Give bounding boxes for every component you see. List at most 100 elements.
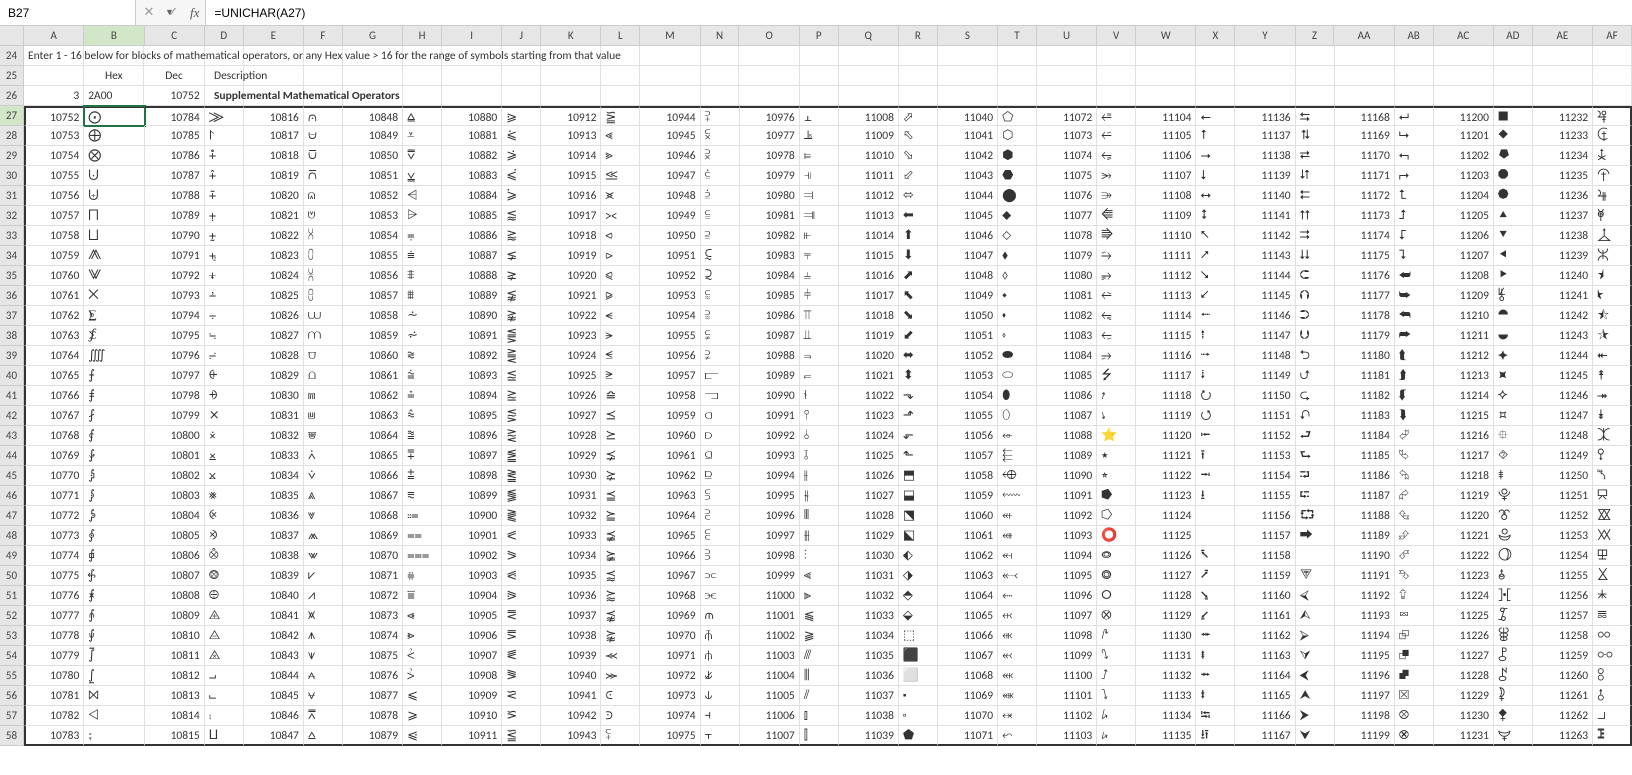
cell[interactable]: ⯄ bbox=[1494, 186, 1533, 206]
cell[interactable]: 10926 bbox=[541, 386, 601, 406]
cell[interactable]: ⮥ bbox=[1395, 206, 1434, 226]
cell[interactable]: 10986 bbox=[740, 306, 800, 326]
cell[interactable]: ⩚ bbox=[304, 626, 343, 646]
cell[interactable]: 10903 bbox=[442, 566, 502, 586]
cell[interactable]: ⪂ bbox=[502, 146, 541, 166]
cell[interactable]: ⫗ bbox=[701, 566, 740, 586]
cell[interactable]: ⪳ bbox=[601, 486, 640, 506]
cell[interactable]: ⬱ bbox=[998, 446, 1037, 466]
cell[interactable]: 11241 bbox=[1533, 286, 1593, 306]
cell[interactable]: 10841 bbox=[244, 606, 304, 626]
column-header-Z[interactable]: Z bbox=[1296, 26, 1335, 45]
cell[interactable]: 11111 bbox=[1136, 246, 1196, 266]
cell[interactable]: 10851 bbox=[343, 166, 403, 186]
cell[interactable]: ⯼ bbox=[1593, 666, 1632, 686]
cell[interactable]: 11216 bbox=[1434, 426, 1494, 446]
cell[interactable]: ⭵ bbox=[1196, 526, 1235, 546]
cell[interactable]: ⫏ bbox=[701, 406, 740, 426]
cell[interactable]: 11131 bbox=[1136, 646, 1196, 666]
cell[interactable]: 10761 bbox=[24, 286, 84, 306]
cell[interactable]: 10842 bbox=[244, 626, 304, 646]
cell[interactable]: 10799 bbox=[145, 406, 205, 426]
cell[interactable]: ⯵ bbox=[1593, 526, 1632, 546]
cell[interactable]: ⨌ bbox=[84, 346, 144, 366]
cell[interactable] bbox=[601, 66, 640, 86]
cell[interactable]: ⨷ bbox=[205, 566, 244, 586]
cell[interactable]: 10786 bbox=[145, 146, 205, 166]
cell[interactable]: ⭷ bbox=[1196, 566, 1235, 586]
cell[interactable]: ⮹ bbox=[1395, 606, 1434, 626]
cell[interactable]: 10897 bbox=[442, 446, 502, 466]
cell[interactable]: 10905 bbox=[442, 606, 502, 626]
cell[interactable]: ⮑ bbox=[1296, 446, 1335, 466]
cell[interactable]: 11179 bbox=[1335, 326, 1395, 346]
cell[interactable]: 11098 bbox=[1037, 626, 1097, 646]
cell[interactable] bbox=[442, 66, 502, 86]
cell[interactable]: 11122 bbox=[1136, 466, 1196, 486]
cell[interactable]: ⬇ bbox=[899, 246, 938, 266]
cell[interactable]: 11256 bbox=[1533, 586, 1593, 606]
cell[interactable]: 11053 bbox=[938, 366, 998, 386]
cell[interactable] bbox=[1097, 66, 1136, 86]
cell[interactable]: 11087 bbox=[1037, 406, 1097, 426]
cell[interactable]: 11200 bbox=[1434, 106, 1494, 126]
cell[interactable]: 10931 bbox=[541, 486, 601, 506]
cell[interactable]: ⯙ bbox=[1494, 606, 1533, 626]
cell[interactable]: ⮻ bbox=[1395, 646, 1434, 666]
cell[interactable]: ⭝ bbox=[1097, 686, 1136, 706]
cell[interactable]: ⭔ bbox=[1097, 506, 1136, 526]
row-header[interactable]: 35 bbox=[0, 266, 24, 286]
cell[interactable]: 11024 bbox=[839, 426, 899, 446]
cell[interactable]: 10916 bbox=[541, 186, 601, 206]
cell[interactable]: 10791 bbox=[145, 246, 205, 266]
cell[interactable] bbox=[839, 66, 899, 86]
cell[interactable] bbox=[998, 46, 1037, 66]
cell[interactable]: 10945 bbox=[640, 126, 700, 146]
cell[interactable]: 10777 bbox=[24, 606, 84, 626]
column-header-B[interactable]: B bbox=[84, 26, 144, 45]
cell[interactable]: 11139 bbox=[1235, 166, 1295, 186]
cell[interactable]: 10752 bbox=[144, 86, 204, 106]
cell[interactable]: 10865 bbox=[343, 446, 403, 466]
cell[interactable]: ⭬ bbox=[1196, 346, 1235, 366]
cell[interactable]: 11178 bbox=[1335, 306, 1395, 326]
cell[interactable]: ⨹ bbox=[205, 606, 244, 626]
cell[interactable]: 10973 bbox=[640, 686, 700, 706]
cell[interactable]: ⬅ bbox=[899, 206, 938, 226]
cell[interactable]: ⩄ bbox=[304, 186, 343, 206]
cell[interactable] bbox=[304, 66, 343, 86]
cell[interactable]: ⮇ bbox=[1296, 246, 1335, 266]
name-box-dropdown-icon[interactable]: ▼ bbox=[165, 7, 174, 18]
cell[interactable]: 11086 bbox=[1037, 386, 1097, 406]
cell[interactable]: 10773 bbox=[24, 526, 84, 546]
cell[interactable]: 11171 bbox=[1335, 166, 1395, 186]
cell[interactable]: 10771 bbox=[24, 486, 84, 506]
cell[interactable]: ⯪ bbox=[1593, 306, 1632, 326]
cell[interactable]: 11027 bbox=[839, 486, 899, 506]
cell[interactable] bbox=[244, 46, 304, 66]
cell[interactable]: 11223 bbox=[1434, 566, 1494, 586]
cell[interactable]: ⮗ bbox=[1296, 566, 1335, 586]
cell[interactable] bbox=[1097, 46, 1136, 66]
cell[interactable]: 10805 bbox=[145, 526, 205, 546]
cell[interactable]: 10854 bbox=[343, 226, 403, 246]
column-header-O[interactable]: O bbox=[739, 26, 799, 45]
cell[interactable]: ⭕ bbox=[1097, 526, 1136, 546]
cell[interactable]: 11000 bbox=[740, 586, 800, 606]
cell[interactable] bbox=[1494, 66, 1533, 86]
cell[interactable]: 11205 bbox=[1434, 206, 1494, 226]
cell[interactable]: ⯘ bbox=[1494, 586, 1533, 606]
cell[interactable]: ⮋ bbox=[1296, 326, 1335, 346]
cell[interactable]: ⯕ bbox=[1494, 526, 1533, 546]
cell[interactable] bbox=[739, 46, 799, 66]
cell[interactable]: ⭻ bbox=[1196, 646, 1235, 666]
cell[interactable]: 10989 bbox=[740, 366, 800, 386]
cell[interactable]: ⨊ bbox=[84, 306, 144, 326]
row-header[interactable]: 47 bbox=[0, 506, 24, 526]
cell[interactable] bbox=[1196, 86, 1235, 106]
cell[interactable]: ⬋ bbox=[899, 326, 938, 346]
cell[interactable]: ⮄ bbox=[1296, 186, 1335, 206]
cell[interactable]: 11026 bbox=[839, 466, 899, 486]
cell[interactable]: ⬎ bbox=[899, 386, 938, 406]
cell[interactable]: ⪷ bbox=[601, 566, 640, 586]
